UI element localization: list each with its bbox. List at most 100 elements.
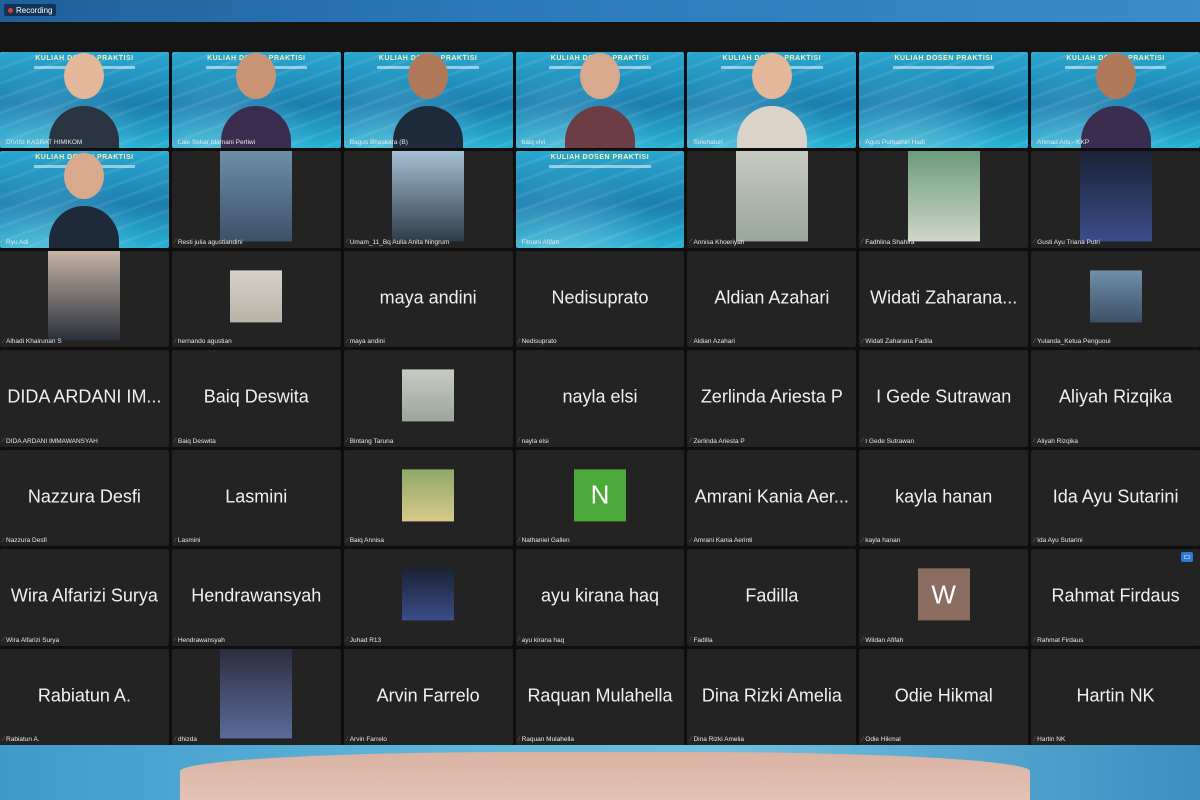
muted-mic-icon: ⁄ <box>518 338 520 345</box>
participant-tile[interactable]: Aldian Azahari ⁄ Aldian Azahari <box>687 250 857 348</box>
profile-photo <box>392 151 465 242</box>
participant-video <box>393 53 464 149</box>
participant-tile[interactable]: ⁄ Yulanda_Ketua Penguoui <box>1031 250 1200 348</box>
participant-display-name: Aldian Azahari <box>714 287 830 308</box>
participant-tile[interactable]: Rahmat Firdaus ⁄ Rahmat Firdaus <box>1031 549 1200 646</box>
participant-tile[interactable]: Raquan Mulahella ⁄ Raquan Mulahella <box>515 648 685 745</box>
participant-tile[interactable]: W ⁄ Wildan Afifah <box>859 549 1029 646</box>
participant-tile[interactable]: ⁄ Annisa Khoeriyah <box>687 151 857 248</box>
participant-name-label: ⁄ I Gede Sutrawan <box>862 438 914 445</box>
participant-tile[interactable]: Amrani Kania Aer... ⁄ Amrani Kania Aerinti <box>687 449 857 547</box>
participant-tile[interactable]: Ida Ayu Sutarini ⁄ Ida Ayu Sutarini <box>1031 449 1200 547</box>
recording-indicator[interactable]: Recording <box>4 4 57 16</box>
participant-tile[interactable]: ⁄ Resti julia agustiandini <box>171 151 341 248</box>
muted-mic-icon: ⁄ <box>174 239 176 246</box>
participant-name-label: ⁄ Rabiatun A. <box>3 736 40 743</box>
participant-tile[interactable]: DIDA ARDANI IM... ⁄ DIDA ARDANI IMMAWANSYA… <box>0 350 169 447</box>
participant-tile[interactable]: maya andini ⁄ maya andini <box>343 250 513 348</box>
participant-display-name: Lasmini <box>225 486 288 507</box>
participant-tile[interactable]: ⁄ Gusti Ayu Triana Putri <box>1031 151 1200 248</box>
participant-tile[interactable]: ayu kirana haq ⁄ ayu kirana haq <box>515 549 685 646</box>
participant-tile[interactable]: Lasmini ⁄ Lasmini <box>171 449 341 547</box>
participant-tile[interactable]: KULIAH DOSEN PRAKTISI⁄baiq vivi <box>515 52 685 149</box>
participant-name-text: Arvin Farrelo <box>349 736 387 743</box>
screen-share-icon[interactable]: ▭ <box>1181 552 1193 562</box>
participant-name-label: ⁄ Bagus Bhaskara (B) <box>347 139 408 146</box>
participant-tile[interactable]: Rabiatun A. ⁄ Rabiatun A. <box>0 648 169 745</box>
participant-name-text: hernando agustian <box>177 338 232 346</box>
participant-tile[interactable]: KULIAH DOSEN PRAKTISI⁄Lale Sekar Idamani… <box>171 52 341 149</box>
participant-tile[interactable]: ⁄ hernando agustian <box>171 250 341 348</box>
participant-tile[interactable]: KULIAH DOSEN PRAKTISI ⁄ Agus Purbathin Had… <box>859 52 1029 149</box>
participant-tile[interactable]: ⁄ Fadhlina Shahira <box>859 151 1029 248</box>
participant-name-text: Umam_11_Bq Aulia Anita Ningrum <box>349 238 450 246</box>
participant-tile[interactable]: Dina Rizki Amelia ⁄ Dina Rizki Amelia <box>687 648 857 745</box>
participant-tile[interactable]: Aliyah Rizqika ⁄ Aliyah Rizqika <box>1031 350 1200 447</box>
participant-body <box>49 205 120 248</box>
participant-name-text: Juhad R13 <box>349 636 382 644</box>
participant-tile[interactable]: Nedisuprato ⁄ Nedisuprato <box>515 250 685 348</box>
participant-tile[interactable]: Widati Zaharana... ⁄ Widati Zaharana Fadil… <box>859 250 1029 348</box>
participant-tile[interactable]: KULIAH DOSEN PRAKTISI⁄Ryu Adi <box>0 151 169 248</box>
slide-subtitle-bar <box>549 165 651 169</box>
participant-tile[interactable]: ⁄ Alhadi Khairunan S <box>0 250 169 348</box>
participant-name-label: ⁄ Odie Hikmal <box>862 736 900 743</box>
recording-label: Recording <box>16 5 53 15</box>
participant-name-label: ⁄ Raquan Mulahella <box>519 736 574 743</box>
participant-name-text: Agus Purbathin Hadi <box>865 139 925 147</box>
participant-display-name: DIDA ARDANI IM... <box>7 386 162 407</box>
participant-tile[interactable]: Wira Alfarizi Surya ⁄ Wira Alfarizi Surya <box>0 549 169 646</box>
participant-tile[interactable]: Arvin Farrelo ⁄ Arvin Farrelo <box>343 648 513 745</box>
participant-name-text: maya andini <box>349 338 385 346</box>
muted-mic-icon: ⁄ <box>1034 637 1036 644</box>
participant-name-label: ⁄ Lale Sekar Idamani Pertiwi <box>175 139 255 146</box>
participant-tile[interactable]: Odie Hikmal ⁄ Odie Hikmal <box>859 648 1029 745</box>
participant-tile[interactable]: ⁄ Umam_11_Bq Aulia Anita Ningrum <box>343 151 513 248</box>
participant-tile[interactable]: N ⁄ Nathaniel Gallen <box>515 449 685 547</box>
muted-mic-icon: ⁄ <box>346 139 348 146</box>
participant-tile[interactable]: Nazzura Desfi ⁄ Nazzura Desfi <box>0 449 169 547</box>
participant-tile[interactable]: KULIAH DOSEN PRAKTISI⁄DIVISI KASRAT HIMI… <box>0 52 169 149</box>
profile-photo <box>48 250 121 341</box>
participant-name-label: ⁄ nayla elsi <box>519 438 549 445</box>
participant-name-text: Yulanda_Ketua Penguoui <box>1037 338 1111 346</box>
participant-tile[interactable]: KULIAH DOSEN PRAKTISI⁄Bagus Bhaskara (B) <box>343 52 513 149</box>
participant-tile[interactable]: KULIAH DOSEN PRAKTISI⁄Solehaturi <box>687 52 857 149</box>
presentation-background: KULIAH DOSEN PRAKTISI <box>859 52 1029 149</box>
participant-tile[interactable]: ⁄ Baiq Annisa <box>343 449 513 547</box>
profile-photo <box>907 151 980 242</box>
participant-tile[interactable]: ⁄ Bintang Taruna <box>343 350 513 447</box>
muted-mic-icon: ⁄ <box>862 239 864 246</box>
muted-mic-icon: ⁄ <box>346 537 348 544</box>
participant-tile[interactable]: KULIAH DOSEN PRAKTISI ⁄ Fitriani Afifah <box>515 151 685 248</box>
muted-mic-icon: ⁄ <box>518 438 520 445</box>
muted-mic-icon: ⁄ <box>1034 338 1036 345</box>
participant-name-text: dhizda <box>177 736 198 743</box>
participant-name-label: ⁄ Lasmini <box>175 537 200 544</box>
participant-tile[interactable]: ⁄ dhizda <box>171 648 341 745</box>
participant-display-name: Baiq Deswita <box>203 386 309 407</box>
participant-tile[interactable]: Hartin NK ⁄ Hartin NK <box>1031 648 1200 745</box>
participant-tile[interactable]: Fadilla ⁄ Fadilla <box>687 549 857 646</box>
participant-tile[interactable]: kayla hanan ⁄ kayla hanan <box>859 449 1029 547</box>
muted-mic-icon: ⁄ <box>3 438 5 445</box>
participant-tile[interactable]: Hendrawansyah ⁄ Hendrawansyah <box>171 549 341 646</box>
slide-subtitle-bar <box>893 66 995 69</box>
participant-tile[interactable]: ⁄ Juhad R13 <box>343 549 513 646</box>
participant-tile[interactable]: KULIAH DOSEN PRAKTISI⁄Ahmad Aris - KKP <box>1031 52 1200 149</box>
participant-name-label: ⁄ Wildan Afifah <box>862 637 903 644</box>
participant-tile[interactable]: Zerlinda Ariesta P ⁄ Zerlinda Ariesta P <box>687 350 857 447</box>
muted-mic-icon: ⁄ <box>690 438 692 445</box>
muted-mic-icon: ⁄ <box>346 438 348 445</box>
participant-display-name: Aliyah Rizqika <box>1059 386 1173 407</box>
participant-name-label: ⁄ Rahmat Firdaus <box>1034 637 1083 644</box>
participant-name-label: ⁄ Bintang Taruna <box>347 438 394 445</box>
muted-mic-icon: ⁄ <box>1034 736 1036 743</box>
participant-tile[interactable]: nayla elsi ⁄ nayla elsi <box>515 350 685 447</box>
participant-name-text: Baiq Deswita <box>177 437 216 445</box>
participant-tile[interactable]: I Gede Sutrawan ⁄ I Gede Sutrawan <box>859 350 1029 447</box>
participant-head <box>236 53 277 100</box>
participant-video <box>564 53 635 149</box>
participant-tile[interactable]: Baiq Deswita ⁄ Baiq Deswita <box>171 350 341 447</box>
participant-name-label: ⁄ Fitriani Afifah <box>519 239 560 246</box>
